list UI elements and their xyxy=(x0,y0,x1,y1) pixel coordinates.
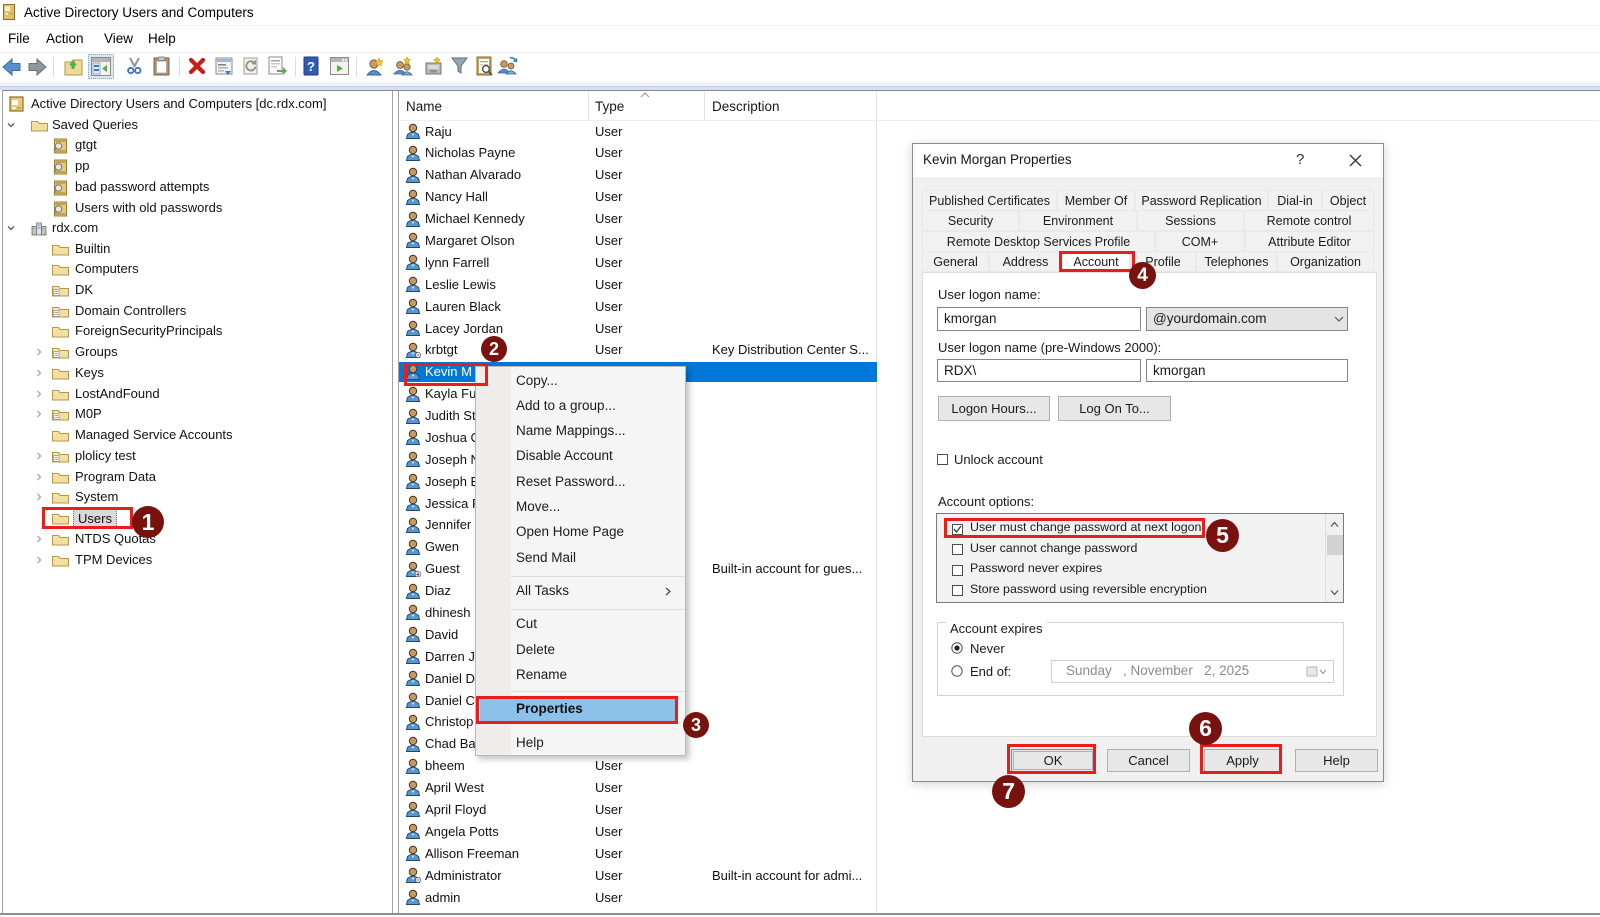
svg-text:?: ? xyxy=(307,59,315,74)
